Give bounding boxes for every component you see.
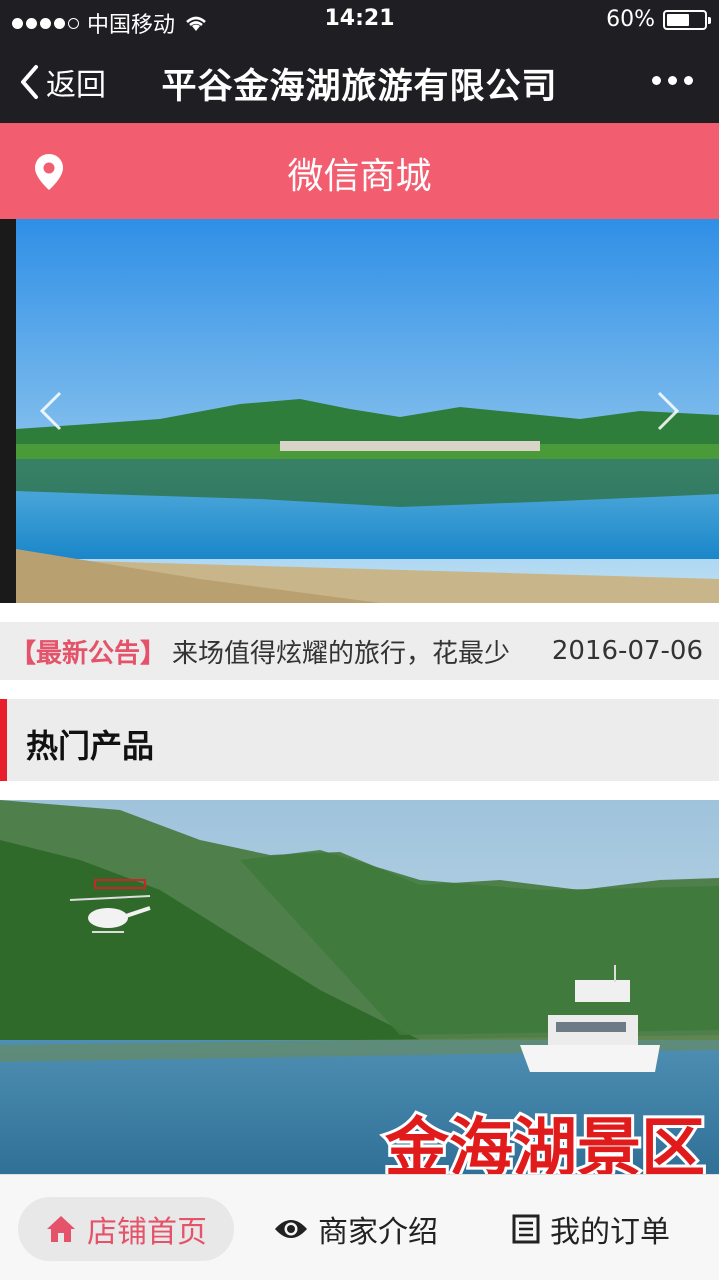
battery-icon [663,9,711,30]
battery-fill [667,13,689,26]
page-title: 平谷金海湖旅游有限公司 [161,67,558,107]
banner-carousel[interactable] [0,219,719,603]
more-dots-icon [652,76,661,85]
list-icon [512,1214,540,1244]
status-right: 60% [606,7,711,32]
tab-my-orders[interactable]: 我的订单 [512,1197,670,1261]
status-bar: 中国移动 14:21 60% [0,0,719,40]
announcement-text[interactable]: 来场值得炫耀的旅行，花最少 [172,633,510,670]
eye-icon [275,1220,307,1238]
tab-merchant-intro[interactable]: 商家介绍 [274,1197,438,1261]
shop-header: 微信商城 [0,123,719,219]
home-icon [47,1216,75,1242]
announcement-date: 2016-07-06 [551,636,703,666]
section-accent-bar [0,699,7,781]
tab-store-home-label: 店铺首页 [87,1215,207,1250]
carousel-next-icon[interactable] [653,389,683,433]
announcement-bar[interactable]: 【最新公告】 来场值得炫耀的旅行，花最少 2016-07-06 [0,622,719,680]
shop-title: 微信商城 [287,156,432,197]
section-header: 热门产品 [0,699,719,781]
tab-my-orders-label: 我的订单 [550,1215,670,1250]
tab-merchant-intro-label: 商家介绍 [318,1215,438,1250]
announcement-tag: 【最新公告】 [10,638,167,669]
more-menu-button[interactable] [652,76,693,85]
product-card[interactable]: 金海湖景区 [0,800,719,1180]
nav-bar: 返回 平谷金海湖旅游有限公司 [0,40,719,123]
battery-percent: 60% [606,7,655,32]
tab-store-home[interactable]: 店铺首页 [18,1197,234,1261]
carousel-prev-icon[interactable] [36,389,66,433]
section-title: 热门产品 [26,727,155,765]
product-image: 金海湖景区 [0,800,719,1180]
banner-image [0,219,719,603]
bottom-tab-bar: 店铺首页 商家介绍 我的订单 [0,1174,719,1280]
product-overlay-text: 金海湖景区 [384,1112,705,1180]
